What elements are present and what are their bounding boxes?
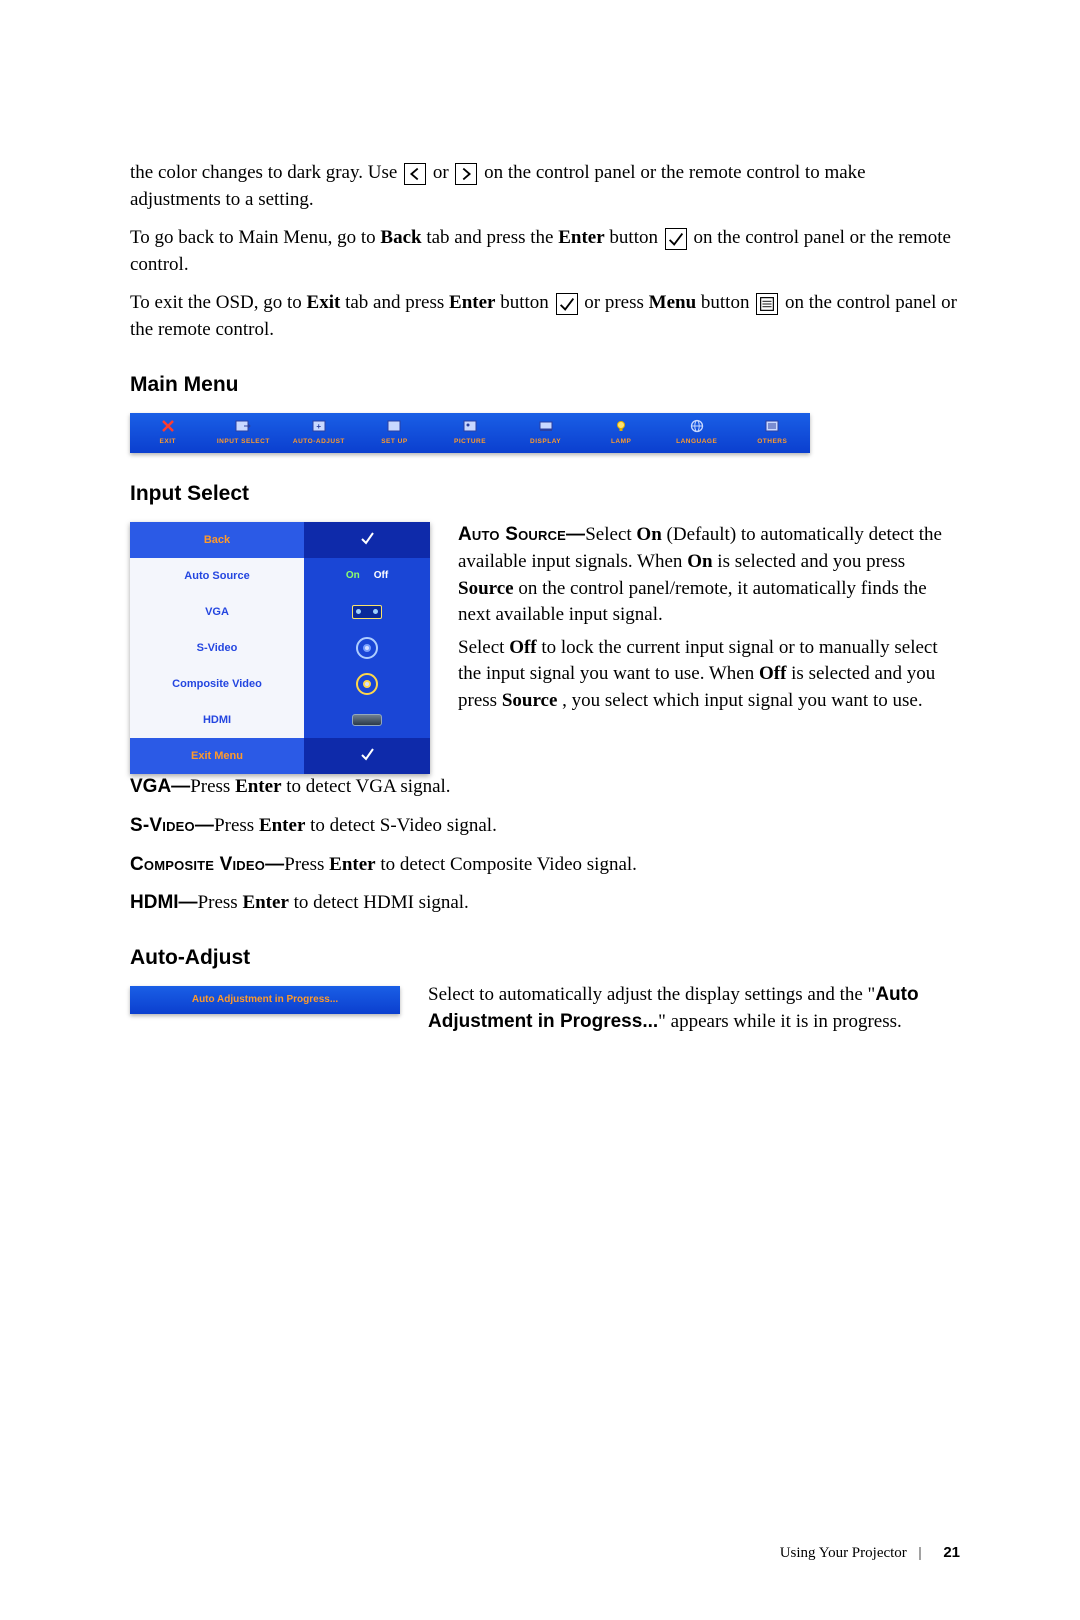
osd-item-others: OTHERS [735, 413, 811, 453]
label-enter: Enter [449, 292, 495, 313]
close-icon [161, 419, 175, 433]
picture-icon [462, 418, 478, 434]
input-select-panel: Back Auto Source On Off VGA S-Video Comp… [130, 522, 430, 774]
label-exit: Exit [307, 292, 341, 313]
heading-input-select: Input Select [130, 479, 960, 508]
label-vga: VGA— [130, 776, 190, 797]
page-footer: Using Your Projector | 21 [780, 1542, 960, 1564]
label-auto-source: Auto Source— [458, 524, 585, 545]
text: the color changes to dark gray. Use [130, 162, 402, 183]
panel-label-hdmi: HDMI [130, 702, 304, 738]
text: tab and press the [422, 227, 559, 248]
label-enter: Enter [558, 227, 604, 248]
right-arrow-icon [455, 163, 477, 185]
panel-label-svideo: S-Video [130, 630, 304, 666]
svideo-description: S-Video—Press Enter to detect S-Video si… [130, 813, 960, 840]
hdmi-description: HDMI—Press Enter to detect HDMI signal. [130, 890, 960, 917]
label-svideo: S-Video— [130, 815, 214, 836]
osd-item-language: LANGUAGE [659, 413, 735, 453]
panel-row-composite: Composite Video [130, 666, 430, 702]
text: button [495, 292, 553, 313]
osd-item-lamp: LAMP [583, 413, 659, 453]
panel-row-hdmi: HDMI [130, 702, 430, 738]
page-number: 21 [943, 1544, 960, 1561]
composite-description: Composite Video—Press Enter to detect Co… [130, 852, 960, 879]
paragraph-back: To go back to Main Menu, go to Back tab … [130, 225, 960, 278]
osd-item-exit: EXIT [130, 413, 206, 453]
vga-port-icon [352, 605, 382, 619]
footer-separator: | [919, 1545, 922, 1561]
panel-label-exit: Exit Menu [130, 738, 304, 774]
auto-adjust-progress-bar: Auto Adjustment in Progress... [130, 986, 400, 1014]
check-icon [556, 293, 578, 315]
left-arrow-icon [404, 163, 426, 185]
auto-adjust-icon: + [311, 418, 327, 434]
check-icon [359, 530, 375, 551]
toggle-off: Off [374, 569, 388, 583]
heading-auto-adjust: Auto-Adjust [130, 943, 960, 972]
text: or [433, 162, 454, 183]
osd-item-set-up: SET UP [357, 413, 433, 453]
text: button [696, 292, 754, 313]
svideo-port-icon [356, 637, 378, 659]
panel-row-auto-source: Auto Source On Off [130, 558, 430, 594]
panel-row-exit: Exit Menu [130, 738, 430, 774]
menu-list-icon [756, 293, 778, 315]
paragraph-exit-osd: To exit the OSD, go to Exit tab and pres… [130, 290, 960, 343]
others-icon [764, 418, 780, 434]
label-back: Back [380, 227, 421, 248]
osd-item-input-select: INPUT SELECT [206, 413, 282, 453]
text: To exit the OSD, go to [130, 292, 307, 313]
set-up-icon [386, 418, 402, 434]
panel-label-vga: VGA [130, 594, 304, 630]
svg-text:+: + [316, 422, 321, 431]
composite-port-icon [356, 673, 378, 695]
panel-row-vga: VGA [130, 594, 430, 630]
auto-source-description: Auto Source—Select On (Default) to autom… [458, 522, 960, 726]
check-icon [665, 228, 687, 250]
label-hdmi: HDMI— [130, 892, 198, 913]
osd-item-picture: PICTURE [432, 413, 508, 453]
panel-row-back: Back [130, 522, 430, 558]
paragraph-adjust: the color changes to dark gray. Use or o… [130, 160, 960, 213]
panel-label-auto-source: Auto Source [130, 558, 304, 594]
osd-item-display: DISPLAY [508, 413, 584, 453]
lamp-icon [613, 418, 629, 434]
label-menu: Menu [649, 292, 697, 313]
heading-main-menu: Main Menu [130, 370, 960, 399]
auto-adjust-description: Select to automatically adjust the displ… [428, 986, 960, 1047]
text: or press [584, 292, 648, 313]
panel-label-composite: Composite Video [130, 666, 304, 702]
osd-main-menu-bar: EXIT INPUT SELECT + AUTO-ADJUST SET UP P… [130, 413, 810, 453]
text: button [605, 227, 663, 248]
hdmi-port-icon [352, 714, 382, 726]
osd-item-auto-adjust: + AUTO-ADJUST [281, 413, 357, 453]
footer-section: Using Your Projector [780, 1545, 907, 1561]
text: To go back to Main Menu, go to [130, 227, 380, 248]
toggle-on: On [346, 569, 360, 583]
globe-icon [689, 418, 705, 434]
label-composite: Composite Video— [130, 854, 284, 875]
check-icon [359, 746, 375, 767]
panel-row-svideo: S-Video [130, 630, 430, 666]
input-select-icon [235, 418, 251, 434]
display-icon [538, 418, 554, 434]
vga-description: VGA—Press Enter to detect VGA signal. [130, 774, 960, 801]
panel-label-back: Back [130, 522, 304, 558]
text: tab and press [340, 292, 449, 313]
